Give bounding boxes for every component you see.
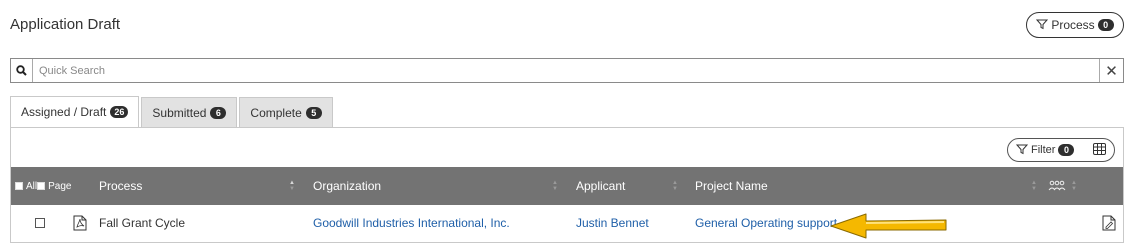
- select-all-page[interactable]: All Page: [15, 167, 71, 205]
- team-members-icon[interactable]: [1048, 167, 1066, 205]
- select-all-checkbox[interactable]: [15, 182, 23, 190]
- column-header-project-name[interactable]: Project Name: [695, 167, 768, 205]
- row-checkbox[interactable]: [35, 205, 45, 241]
- sort-project-icon[interactable]: ▲ ▼: [1031, 167, 1037, 205]
- sort-team-icon[interactable]: ▲ ▼: [1071, 167, 1077, 205]
- tab-label: Complete: [250, 105, 302, 120]
- column-label: Applicant: [576, 179, 626, 193]
- tab-count-badge: 6: [210, 106, 227, 119]
- column-header-organization[interactable]: Organization: [313, 167, 381, 205]
- select-page-checkbox[interactable]: [37, 182, 46, 190]
- select-page-label: Page: [48, 180, 72, 192]
- sort-organization-icon[interactable]: ▲ ▼: [552, 167, 558, 205]
- annotation-arrow-icon: [830, 213, 947, 239]
- tab-complete[interactable]: Complete 5: [239, 97, 333, 127]
- funnel-icon: [1036, 18, 1049, 33]
- tab-label: Assigned / Draft: [21, 105, 107, 119]
- column-label: Organization: [313, 179, 382, 193]
- edit-document-icon[interactable]: [1102, 205, 1116, 241]
- applicant-link[interactable]: Justin Bennet: [576, 205, 649, 241]
- table-header: All Page Process ▲ ▼ Organization ▲ ▼ Appl…: [11, 167, 1123, 205]
- filter-button[interactable]: Filter 0: [1007, 138, 1115, 162]
- process-count-badge: 0: [1097, 19, 1114, 31]
- column-header-applicant[interactable]: Applicant: [576, 167, 625, 205]
- organization-link[interactable]: Goodwill Industries International, Inc.: [313, 205, 510, 241]
- page-title: Application Draft: [10, 16, 121, 33]
- pdf-icon[interactable]: [73, 205, 87, 241]
- tab-assigned-draft[interactable]: Assigned / Draft 26: [10, 96, 140, 127]
- quick-search-bar: ✕: [10, 58, 1124, 83]
- quick-search-input[interactable]: [33, 59, 1099, 82]
- column-label: Process: [99, 179, 143, 193]
- sort-process-icon[interactable]: ▲ ▼: [289, 167, 295, 205]
- search-icon[interactable]: [11, 59, 33, 82]
- clear-search-icon[interactable]: ✕: [1099, 59, 1123, 82]
- process-cell: Fall Grant Cycle: [99, 216, 186, 230]
- tab-count-badge: 5: [305, 106, 322, 119]
- tab-count-badge: 26: [110, 106, 129, 118]
- funnel-icon: [1015, 143, 1029, 158]
- process-filter-button[interactable]: Process 0: [1026, 12, 1124, 38]
- tab-panel: Filter 0 All Page Process ▲ ▼ Organizatio…: [10, 127, 1124, 243]
- tab-label: Submitted: [152, 105, 207, 120]
- grid-columns-icon[interactable]: [1093, 142, 1106, 158]
- column-label: Project Name: [695, 179, 768, 193]
- column-header-process[interactable]: Process: [99, 167, 142, 205]
- status-tabs: Assigned / Draft 26 Submitted 6 Complete…: [10, 96, 335, 127]
- filter-label: Filter: [1031, 144, 1056, 156]
- project-name-link[interactable]: General Operating support: [695, 205, 837, 241]
- select-all-label: All: [26, 180, 38, 192]
- sort-applicant-icon[interactable]: ▲ ▼: [672, 167, 678, 205]
- filter-count-badge: 0: [1058, 144, 1075, 156]
- process-label: Process: [1051, 18, 1095, 32]
- tab-submitted[interactable]: Submitted 6: [141, 97, 238, 127]
- table-row[interactable]: Fall Grant Cycle Goodwill Industries Int…: [11, 205, 1123, 241]
